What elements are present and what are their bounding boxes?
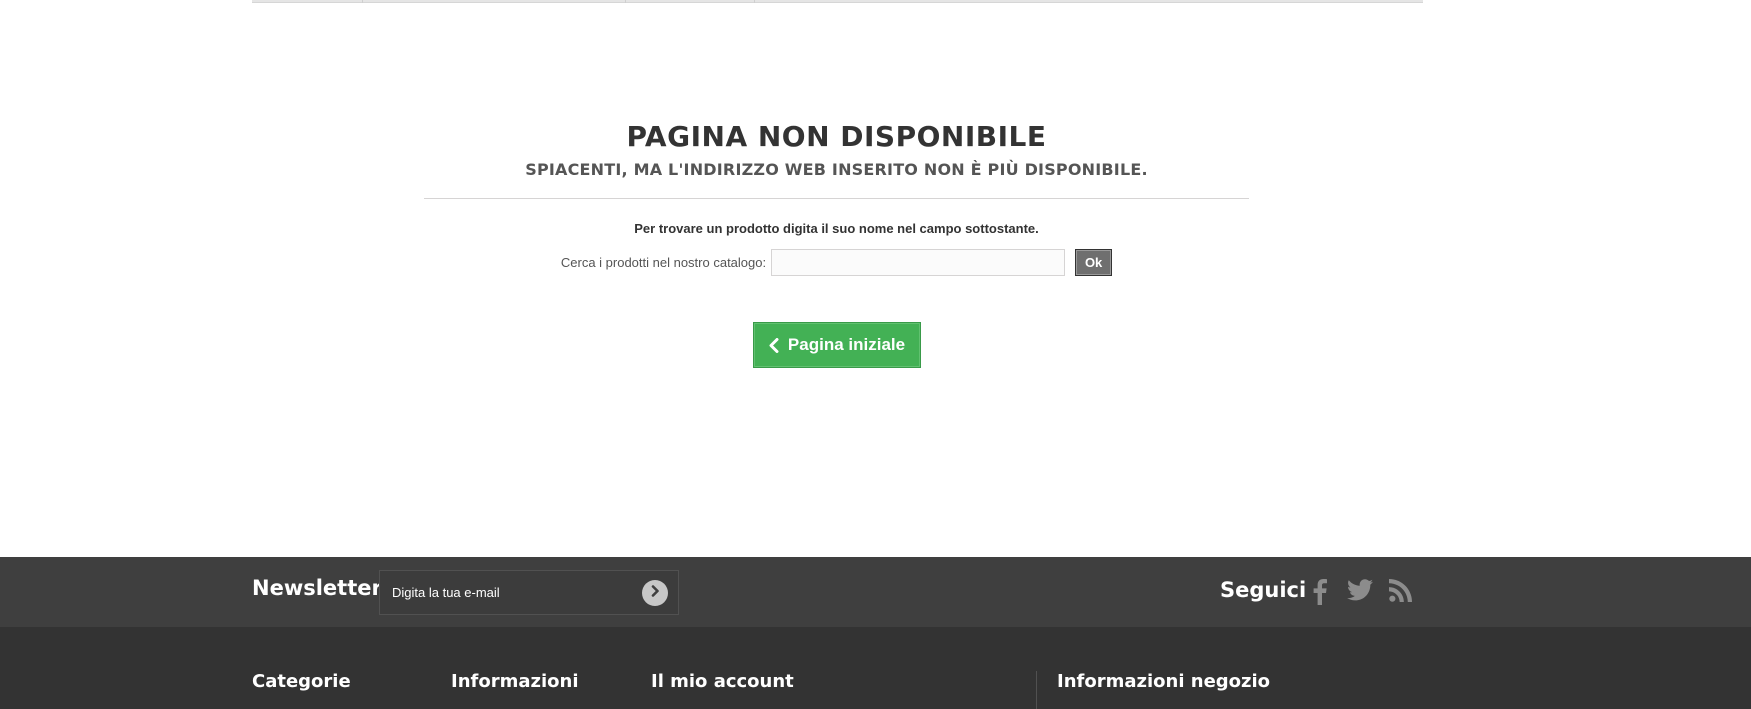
search-hint: Per trovare un prodotto digita il suo no…	[634, 221, 1039, 236]
newsletter-bar: Newsletter Seguici	[0, 557, 1751, 627]
home-page-button[interactable]: Pagina iniziale	[752, 322, 921, 368]
newsletter-submit-button[interactable]	[642, 579, 668, 606]
chevron-left-icon	[768, 337, 779, 353]
newsletter-title: Newsletter	[252, 576, 382, 600]
catalog-search-form: Cerca i prodotti nel nostro catalogo: Ok	[424, 249, 1249, 276]
twitter-icon[interactable]	[1347, 579, 1373, 601]
footer: Categorie Informazioni Il mio account In…	[0, 627, 1751, 709]
footer-title-categories: Categorie	[252, 671, 351, 692]
menu-separator	[625, 0, 626, 3]
arrow-right-icon	[649, 584, 661, 602]
footer-divider	[1036, 671, 1037, 709]
page-subtitle: SPIACENTI, MA L'INDIRIZZO WEB INSERITO N…	[525, 160, 1148, 179]
footer-title-my-account: Il mio account	[651, 671, 794, 692]
footer-title-information: Informazioni	[451, 671, 579, 692]
menu-separator	[754, 0, 755, 3]
search-label: Cerca i prodotti nel nostro catalogo:	[560, 255, 767, 270]
page-title: PAGINA NON DISPONIBILE	[626, 120, 1047, 153]
search-ok-button[interactable]: Ok	[1075, 249, 1113, 276]
menu-separator	[362, 0, 363, 3]
newsletter-email-input[interactable]	[380, 571, 642, 614]
facebook-icon[interactable]	[1313, 579, 1327, 605]
home-button-label: Pagina iniziale	[787, 335, 906, 354]
search-input[interactable]	[771, 249, 1066, 276]
top-menu-strip	[252, 0, 1423, 3]
footer-title-store-info: Informazioni negozio	[1057, 671, 1271, 692]
rss-icon[interactable]	[1389, 579, 1412, 602]
divider	[424, 198, 1249, 199]
newsletter-form	[379, 570, 679, 615]
not-found-content: PAGINA NON DISPONIBILE SPIACENTI, MA L'I…	[424, 120, 1249, 368]
follow-us-label: Seguici	[1220, 578, 1307, 602]
